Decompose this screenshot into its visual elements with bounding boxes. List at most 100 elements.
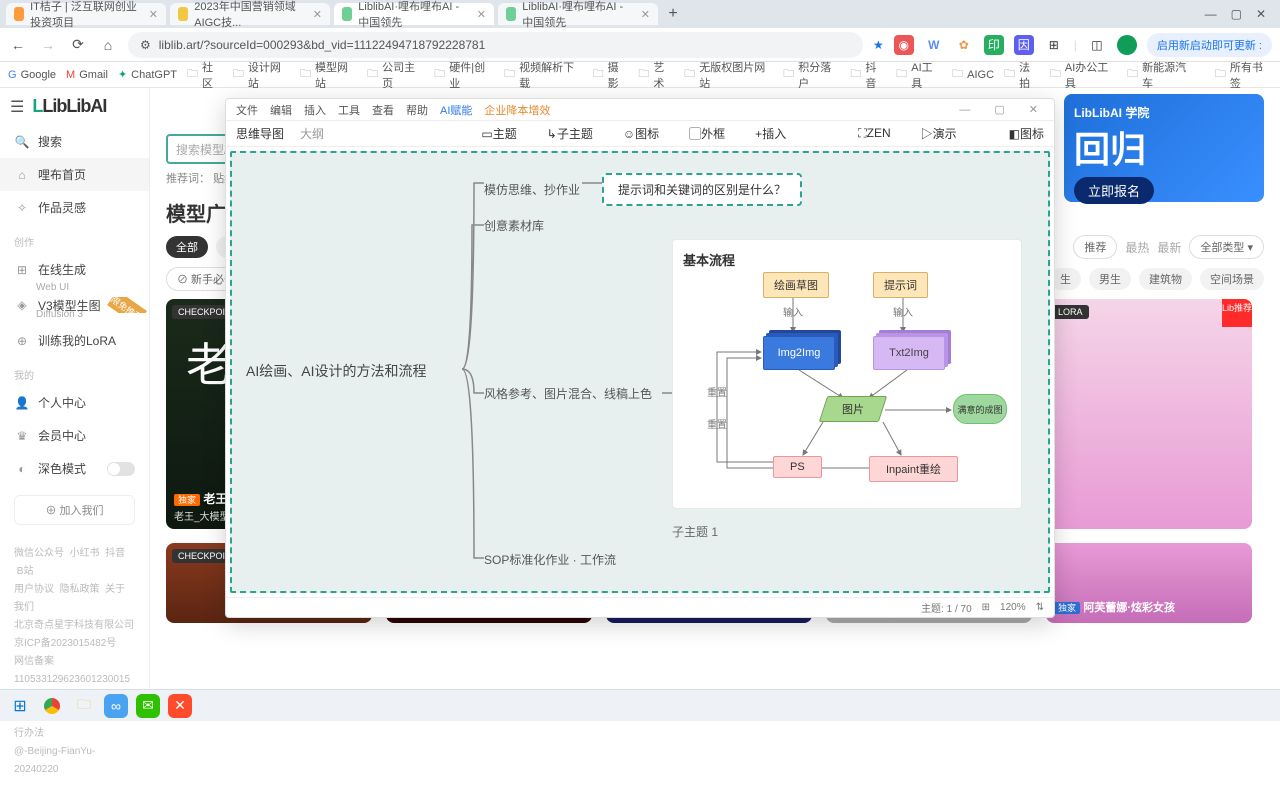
maximize-icon[interactable]: ▢: [988, 103, 1010, 116]
browser-tab-active[interactable]: LiblibAI·哩布哩布AI - 中国领先✕: [334, 3, 494, 25]
bookmark-folder[interactable]: 🗀法拍: [1004, 59, 1040, 91]
bookmark-folder[interactable]: 🗀无版权图片网站: [684, 59, 773, 91]
flowchart-box[interactable]: 基本流程 绘画草图 提示词 输入 输入 Img2Img Txt2Img 图片: [672, 239, 1022, 509]
tool-boundary[interactable]: ▢外框: [689, 125, 725, 142]
flow-node-image[interactable]: 图片: [819, 396, 887, 422]
menu-ai[interactable]: AI赋能: [440, 102, 472, 118]
bookmark-folder[interactable]: 🗀AI工具: [896, 59, 942, 91]
sidebar-item-home[interactable]: ⌂哩布首页: [0, 158, 149, 191]
close-icon[interactable]: ✕: [477, 8, 486, 21]
tool-topic[interactable]: ▭主题: [481, 125, 516, 142]
zoom-stepper-icon[interactable]: ⇅: [1036, 602, 1044, 613]
flow-node-prompt[interactable]: 提示词: [873, 272, 928, 298]
bookmark-folder[interactable]: 🗀公司主页: [367, 59, 424, 91]
filter-chip[interactable]: 男生: [1089, 268, 1131, 290]
bookmark-folder[interactable]: 🗀积分落户: [783, 59, 840, 91]
sort-tab[interactable]: 最新: [1157, 239, 1181, 256]
star-icon[interactable]: ★: [873, 38, 884, 52]
side-panel-icon[interactable]: ◫: [1087, 35, 1107, 55]
filter-chip[interactable]: 建筑物: [1139, 268, 1192, 290]
ext-icon[interactable]: ◉: [894, 35, 914, 55]
ext-icon[interactable]: W: [924, 35, 944, 55]
ext-icon[interactable]: 因: [1014, 35, 1034, 55]
promo-banner[interactable]: LibLibAI 学院 回归 立即报名: [1064, 94, 1264, 202]
minimize-icon[interactable]: —: [1205, 7, 1217, 21]
banner-cta[interactable]: 立即报名: [1074, 177, 1154, 204]
bookmark-folder[interactable]: 🗀AIGC: [952, 65, 994, 84]
all-bookmarks[interactable]: 🗀所有书签: [1215, 59, 1272, 91]
update-button[interactable]: 启用新启动即可更新 :: [1147, 33, 1272, 57]
branch-node[interactable]: SOP标准化作业 · 工作流: [484, 551, 616, 568]
menu-icon[interactable]: ☰: [10, 97, 24, 117]
chrome-icon[interactable]: [40, 694, 64, 718]
branch-node[interactable]: 创意素材库: [484, 217, 544, 234]
filter-chip-all[interactable]: 全部: [166, 236, 208, 258]
sidebar-item-v3[interactable]: ◈V3模型生图限免推荐: [0, 297, 149, 313]
sidebar-item-online[interactable]: ⊞在线生成: [0, 253, 149, 286]
flow-node-sketch[interactable]: 绘画草图: [763, 272, 829, 298]
menu-help[interactable]: 帮助: [406, 102, 428, 118]
menu-tools[interactable]: 工具: [338, 102, 360, 118]
profile-icon[interactable]: [1117, 35, 1137, 55]
model-card[interactable]: 独家 阿芙蕾娜·炫彩女孩: [1046, 543, 1252, 623]
tool-zen[interactable]: ⛶ZEN: [858, 126, 890, 141]
sort-tab[interactable]: 推荐: [1073, 235, 1117, 259]
branch-node[interactable]: 模仿思维、抄作业: [484, 181, 580, 198]
tool-icon[interactable]: ☺图标: [623, 125, 659, 142]
branch-node[interactable]: 风格参考、图片混合、线稿上色: [484, 385, 652, 402]
site-logo[interactable]: LLibLibAI: [32, 96, 106, 117]
selected-leaf-node[interactable]: 提示词和关键词的区别是什么？: [602, 173, 802, 206]
root-node[interactable]: AI绘画、AI设计的方法和流程: [246, 361, 426, 381]
flow-node-inpaint[interactable]: Inpaint重绘: [869, 456, 958, 482]
close-icon[interactable]: ✕: [641, 8, 650, 21]
bookmark-item[interactable]: GGoogle: [8, 69, 56, 81]
new-tab-button[interactable]: +: [662, 3, 684, 25]
ext-icon[interactable]: 印: [984, 35, 1004, 55]
tool-sidebar[interactable]: ◧图标: [1009, 125, 1044, 142]
flow-node-ps[interactable]: PS: [773, 456, 822, 478]
bookmark-folder[interactable]: 🗀新能源汽车: [1127, 59, 1195, 91]
forward-icon[interactable]: →: [38, 35, 58, 55]
bookmark-folder[interactable]: 🗀艺术: [638, 59, 674, 91]
close-window-icon[interactable]: ✕: [1256, 7, 1266, 21]
sidebar-item-inspire[interactable]: ✧作品灵感: [0, 191, 149, 224]
tool-insert[interactable]: +插入: [755, 125, 786, 142]
bookmark-folder[interactable]: 🗀设计网站: [233, 59, 290, 91]
flow-node-result[interactable]: 满意的成图: [953, 394, 1007, 424]
filter-chip[interactable]: 空间场景: [1200, 268, 1264, 290]
bookmark-folder[interactable]: 🗀视频解析下载: [504, 59, 582, 91]
ext-icon[interactable]: ✿: [954, 35, 974, 55]
bookmark-folder[interactable]: 🗀硬件|创业: [434, 59, 494, 91]
sidebar-item-member[interactable]: ♛会员中心: [0, 419, 149, 452]
wechat-icon[interactable]: ✉: [136, 694, 160, 718]
tab-outline[interactable]: 大纲: [300, 125, 324, 142]
subtopic-node[interactable]: 子主题 1: [672, 523, 718, 540]
bookmark-folder[interactable]: 🗀摄影: [593, 59, 629, 91]
map-icon[interactable]: ⊞: [982, 602, 990, 613]
type-filter[interactable]: 全部类型 ▾: [1189, 235, 1264, 259]
site-info-icon[interactable]: ⚙: [140, 38, 151, 52]
mindmap-canvas[interactable]: AI绘画、AI设计的方法和流程 模仿思维、抄作业 创意素材库 风格参考、图片混合…: [230, 151, 1050, 593]
sort-tab[interactable]: 最热: [1125, 239, 1149, 256]
bookmark-folder[interactable]: 🗀抖音: [850, 59, 886, 91]
sidebar-item-personal[interactable]: 👤个人中心: [0, 386, 149, 419]
flow-node-txt2img[interactable]: Txt2Img: [873, 336, 945, 370]
tool-present[interactable]: ▷演示: [921, 125, 957, 142]
xmind-icon[interactable]: ✕: [168, 694, 192, 718]
sidebar-item-search[interactable]: 🔍搜索: [0, 125, 149, 158]
close-icon[interactable]: ✕: [1023, 103, 1044, 116]
tab-mindmap[interactable]: 思维导图: [236, 125, 284, 142]
browser-tab[interactable]: 2023年中国营销领域AIGC技...✕: [170, 3, 330, 25]
puzzle-icon[interactable]: ⊞: [1044, 35, 1064, 55]
app-icon[interactable]: ∞: [104, 694, 128, 718]
url-input[interactable]: ⚙ liblib.art/?sourceId=000293&bd_vid=111…: [128, 32, 863, 58]
model-card[interactable]: LORA Lib推荐: [1046, 299, 1252, 529]
explorer-icon[interactable]: 🗀: [72, 694, 96, 718]
menu-insert[interactable]: 插入: [304, 102, 326, 118]
dark-toggle[interactable]: [107, 462, 135, 476]
zoom-level[interactable]: 120%: [1000, 602, 1026, 613]
menu-file[interactable]: 文件: [236, 102, 258, 118]
back-icon[interactable]: ←: [8, 35, 28, 55]
flow-node-img2img[interactable]: Img2Img: [763, 336, 835, 370]
menu-edit[interactable]: 编辑: [270, 102, 292, 118]
